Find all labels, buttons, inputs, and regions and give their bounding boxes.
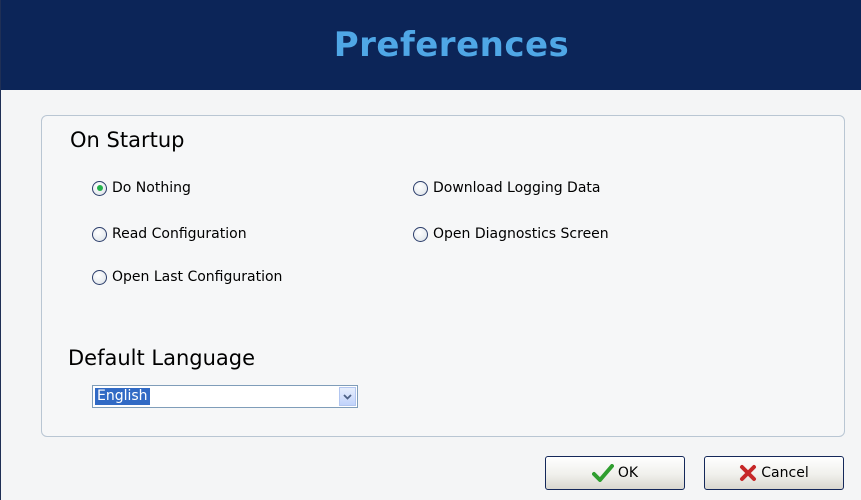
- radio-open-diagnostics-screen[interactable]: Open Diagnostics Screen: [413, 224, 609, 244]
- radio-read-configuration[interactable]: Read Configuration: [92, 224, 247, 244]
- page-title: Preferences: [333, 25, 570, 65]
- radio-label-do-nothing[interactable]: Do Nothing: [112, 180, 191, 196]
- ok-button-label: OK: [617, 465, 639, 481]
- radio-download-logging-data[interactable]: Download Logging Data: [413, 178, 600, 198]
- language-section-title: Default Language: [68, 346, 256, 370]
- radio-label-download-logging-data[interactable]: Download Logging Data: [433, 180, 600, 196]
- ok-button[interactable]: OK: [545, 456, 685, 490]
- header-banner: Preferences: [1, 0, 861, 90]
- radio-selected-dot-icon: [96, 185, 103, 191]
- cancel-button-label: Cancel: [761, 465, 809, 481]
- radio-do-nothing[interactable]: Do Nothing: [92, 178, 191, 198]
- radio-open-last-configuration[interactable]: Open Last Configuration: [92, 267, 282, 287]
- radio-button-icon[interactable]: [413, 180, 428, 196]
- chevron-down-icon[interactable]: [339, 387, 356, 406]
- language-select-value[interactable]: English: [95, 388, 150, 405]
- radio-label-open-diagnostics-screen[interactable]: Open Diagnostics Screen: [433, 226, 609, 242]
- radio-button-icon[interactable]: [92, 269, 107, 285]
- preferences-panel: On Startup Do Nothing Read Configuration…: [41, 115, 845, 437]
- radio-label-open-last-configuration[interactable]: Open Last Configuration: [112, 269, 282, 285]
- startup-section-title: On Startup: [70, 128, 185, 152]
- cancel-button[interactable]: Cancel: [704, 456, 844, 490]
- radio-button-icon[interactable]: [92, 180, 107, 196]
- preferences-window: Preferences On Startup Do Nothing Read C…: [0, 0, 861, 500]
- radio-button-icon[interactable]: [413, 226, 428, 242]
- x-icon: [739, 464, 757, 482]
- checkmark-icon: [591, 464, 614, 482]
- radio-button-icon[interactable]: [92, 226, 107, 242]
- radio-label-read-configuration[interactable]: Read Configuration: [112, 226, 247, 242]
- language-select[interactable]: English: [92, 385, 358, 408]
